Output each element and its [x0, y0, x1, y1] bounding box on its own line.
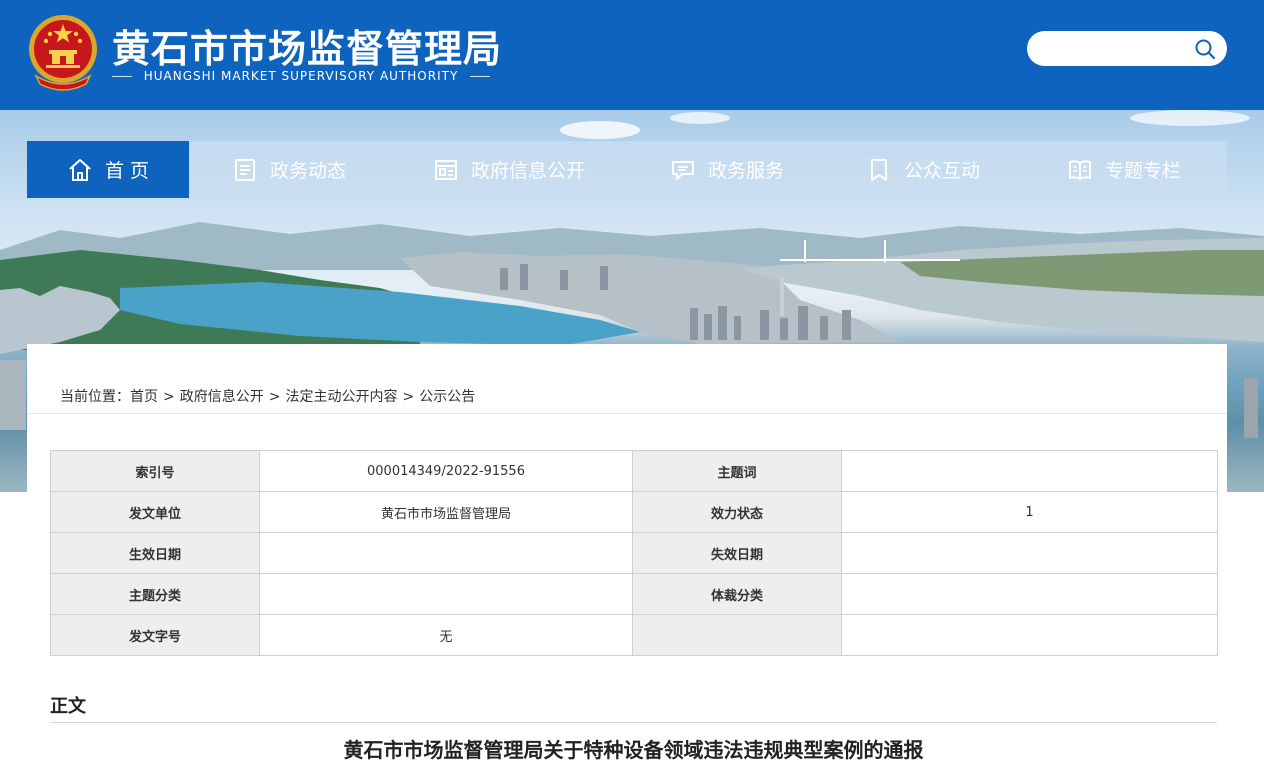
nav-item-government-news-label: 政务动态	[269, 160, 346, 182]
meta-key: 失效日期	[632, 532, 842, 574]
breadcrumb-public-notices[interactable]: 公示公告	[419, 389, 475, 405]
search-icon[interactable]	[1194, 38, 1216, 60]
breadcrumb-divider	[27, 413, 1227, 414]
breadcrumb-separator: >	[163, 389, 175, 405]
meta-key: 效力状态	[632, 491, 842, 533]
nav-item-special-topics-label: 专题专栏	[1104, 160, 1181, 182]
breadcrumb-statutory-content[interactable]: 法定主动公开内容	[285, 389, 397, 405]
breadcrumb: 当前位置：首页 > 政府信息公开 > 法定主动公开内容 > 公示公告	[60, 386, 475, 406]
meta-key: 索引号	[50, 450, 260, 492]
meta-key: 主题分类	[50, 573, 260, 615]
main-nav: 首 页 政务动态 政府信息公开 政务服务 公众互动 专题专栏	[27, 141, 1227, 198]
search-box	[1027, 31, 1227, 66]
document-metadata-table: 索引号 000014349/2022-91556 主题词 发文单位 黄石市市场监…	[50, 450, 1218, 656]
table-row: 生效日期 失效日期	[50, 532, 1218, 574]
chat-bubble-icon	[671, 160, 694, 180]
nav-item-government-news[interactable]: 政务动态	[189, 141, 389, 198]
subtitle-divider-left	[112, 75, 132, 77]
nav-item-home[interactable]: 首 页	[27, 141, 189, 198]
home-icon	[69, 158, 91, 181]
nav-item-info-disclosure-label: 政府信息公开	[470, 160, 585, 182]
breadcrumb-info-disclosure[interactable]: 政府信息公开	[180, 389, 264, 405]
nav-item-home-label: 首 页	[104, 160, 150, 182]
table-row: 索引号 000014349/2022-91556 主题词	[50, 450, 1218, 492]
meta-key	[632, 614, 842, 656]
meta-value	[259, 532, 633, 574]
breadcrumb-separator: >	[402, 389, 415, 405]
open-book-icon	[1068, 159, 1091, 180]
site-header: 黄石市市场监督管理局 HUANGSHI MARKET SUPERVISORY A…	[0, 0, 1264, 110]
meta-value: 黄石市市场监督管理局	[259, 491, 633, 533]
nav-item-public-interaction-label: 公众互动	[903, 160, 980, 182]
document-title: 黄石市市场监督管理局关于特种设备领域违法违规典型案例的通报	[343, 738, 924, 762]
national-emblem-icon	[29, 15, 97, 91]
nav-item-government-services-label: 政务服务	[707, 160, 784, 182]
content-card: 当前位置：首页 > 政府信息公开 > 法定主动公开内容 > 公示公告 索引号 0000143…	[27, 344, 1227, 772]
site-subtitle-text: HUANGSHI MARKET SUPERVISORY AUTHORITY	[143, 69, 459, 83]
meta-value: 无	[259, 614, 633, 656]
nav-item-government-services[interactable]: 政务服务	[629, 141, 825, 198]
info-panel-icon	[434, 159, 457, 180]
body-divider	[50, 722, 1217, 723]
meta-key: 发文字号	[50, 614, 260, 656]
table-row: 发文单位 黄石市市场监督管理局 效力状态 1	[50, 491, 1218, 533]
site-subtitle: HUANGSHI MARKET SUPERVISORY AUTHORITY	[112, 69, 491, 83]
table-row: 发文字号 无	[50, 614, 1218, 656]
meta-value	[841, 532, 1218, 574]
meta-key: 体裁分类	[632, 573, 842, 615]
bookmark-icon	[870, 158, 887, 181]
nav-item-special-topics[interactable]: 专题专栏	[1021, 141, 1227, 198]
table-row: 主题分类 体裁分类	[50, 573, 1218, 615]
meta-value	[841, 450, 1218, 492]
document-list-icon	[234, 158, 255, 181]
meta-key: 生效日期	[50, 532, 260, 574]
meta-value	[841, 573, 1218, 615]
breadcrumb-separator: >	[268, 389, 281, 405]
meta-value: 1	[841, 491, 1218, 533]
nav-item-public-interaction[interactable]: 公众互动	[825, 141, 1021, 198]
search-input[interactable]	[1041, 37, 1191, 59]
site-title: 黄石市市场监督管理局	[112, 27, 503, 71]
nav-item-info-disclosure[interactable]: 政府信息公开	[389, 141, 629, 198]
subtitle-divider-right	[470, 75, 491, 77]
meta-key: 主题词	[632, 450, 842, 492]
breadcrumb-home[interactable]: 首页	[130, 389, 158, 405]
breadcrumb-prefix: 当前位置：	[60, 389, 130, 405]
meta-value	[259, 573, 633, 615]
meta-value	[841, 614, 1218, 656]
body-section-label: 正文	[50, 696, 86, 717]
meta-value: 000014349/2022-91556	[259, 450, 633, 492]
meta-key: 发文单位	[50, 491, 260, 533]
